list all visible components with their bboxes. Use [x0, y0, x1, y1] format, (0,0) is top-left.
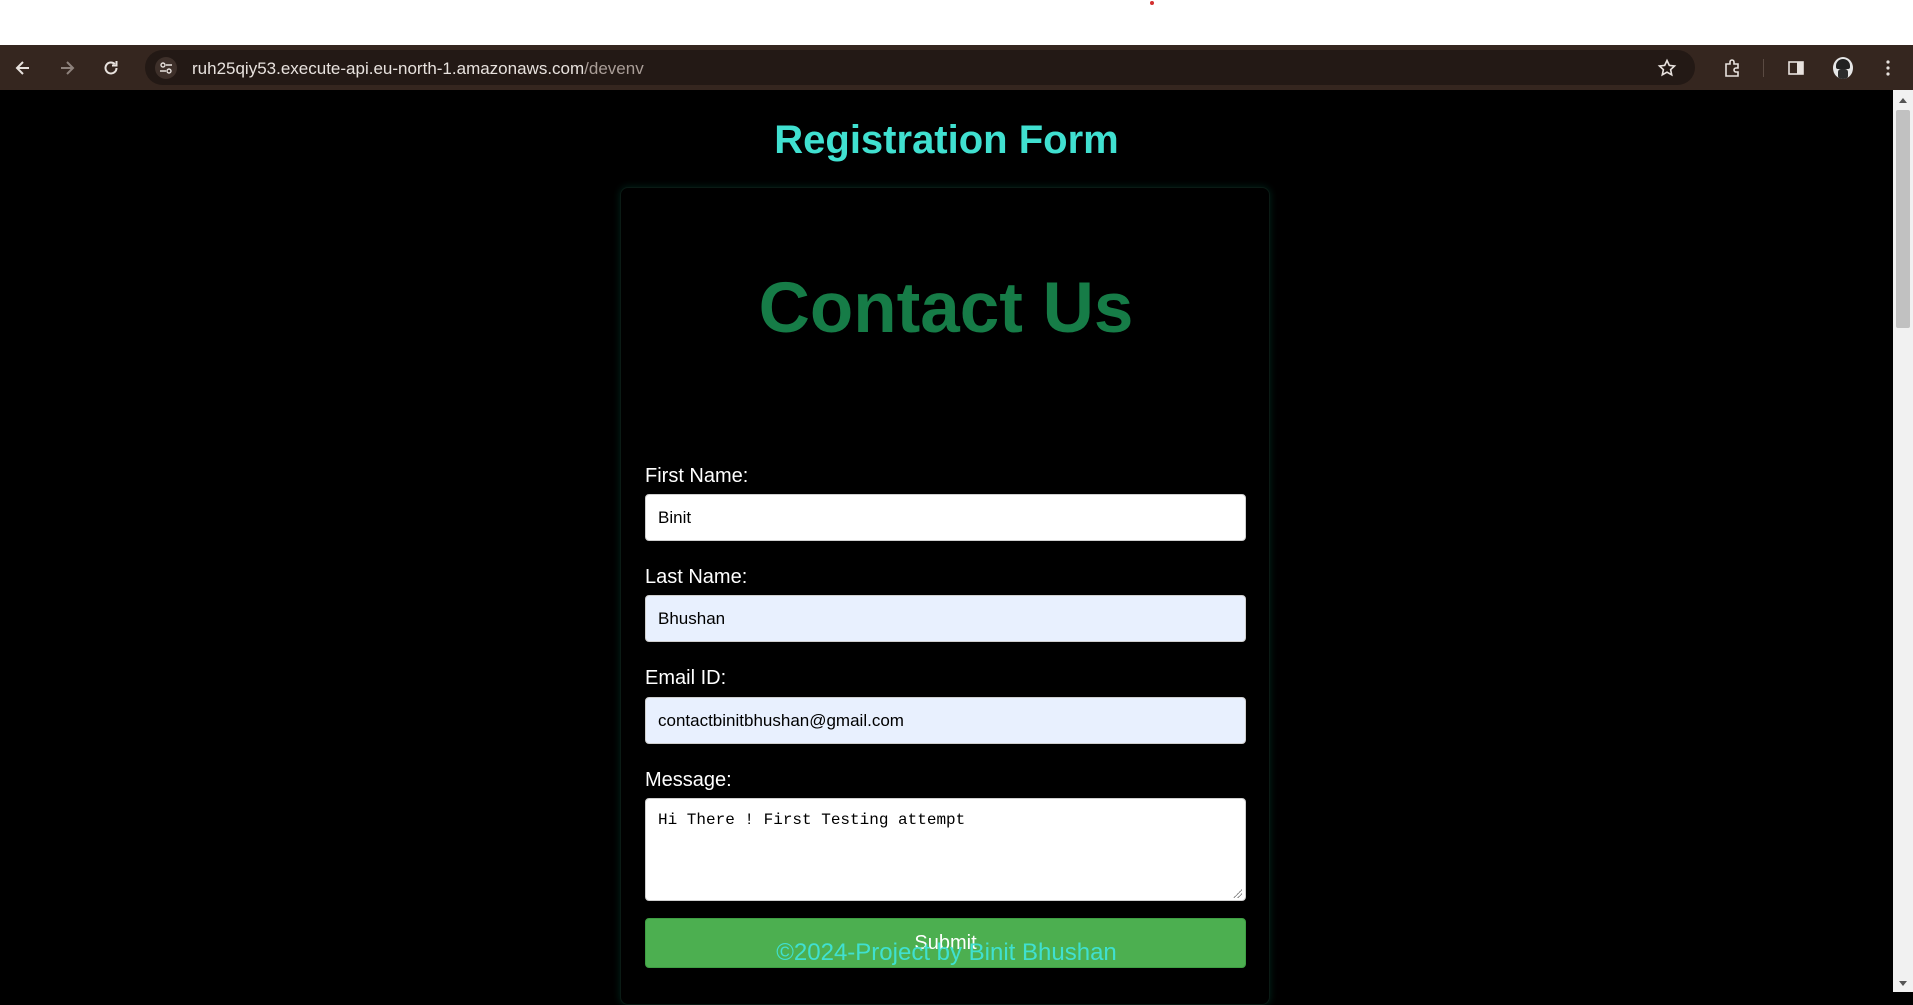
side-panel-icon[interactable] — [1781, 53, 1811, 83]
message-label: Message: — [645, 769, 732, 791]
star-icon[interactable] — [1657, 58, 1677, 78]
last-name-label: Last Name: — [645, 566, 748, 588]
last-name-input[interactable] — [645, 595, 1246, 642]
first-name-input[interactable] — [645, 494, 1246, 541]
address-bar[interactable]: ruh25qiy53.execute-api.eu-north-1.amazon… — [145, 50, 1695, 85]
url-path: /devenv — [584, 59, 644, 78]
toolbar-separator — [1763, 59, 1764, 77]
browser-toolbar: ruh25qiy53.execute-api.eu-north-1.amazon… — [0, 45, 1913, 90]
email-input[interactable] — [645, 697, 1246, 744]
first-name-label: First Name: — [645, 465, 749, 487]
form-title: Contact Us — [758, 269, 1134, 348]
textarea-resize-handle[interactable] — [1232, 888, 1242, 898]
extensions-icon[interactable] — [1717, 53, 1747, 83]
scrollbar-thumb[interactable] — [1896, 110, 1910, 328]
page-viewport: Registration Form Contact Us First Name:… — [0, 90, 1893, 1005]
window-top-strip — [0, 0, 1913, 45]
page-title: Registration Form — [774, 118, 1119, 162]
menu-kebab-icon[interactable] — [1873, 53, 1903, 83]
forward-arrow-icon[interactable] — [52, 53, 82, 83]
profile-avatar[interactable] — [1833, 57, 1853, 79]
footer-text: ©2024-Project by Binit Bhushan — [776, 939, 1117, 966]
scroll-up-arrow-icon[interactable] — [1899, 98, 1907, 103]
message-textarea[interactable]: Hi There ! First Testing attempt — [645, 798, 1246, 901]
site-settings-icon[interactable] — [155, 57, 177, 79]
url-text[interactable]: ruh25qiy53.execute-api.eu-north-1.amazon… — [192, 59, 644, 79]
url-host: ruh25qiy53.execute-api.eu-north-1.amazon… — [192, 59, 585, 78]
email-label: Email ID: — [645, 667, 727, 689]
reload-icon[interactable] — [96, 53, 126, 83]
scroll-down-arrow-icon[interactable] — [1899, 981, 1907, 986]
page-scrollbar[interactable] — [1893, 90, 1913, 992]
recording-indicator — [1150, 1, 1154, 5]
contact-form-card: Contact Us First Name: Last Name: Email … — [620, 187, 1270, 1005]
back-arrow-icon[interactable] — [8, 53, 38, 83]
